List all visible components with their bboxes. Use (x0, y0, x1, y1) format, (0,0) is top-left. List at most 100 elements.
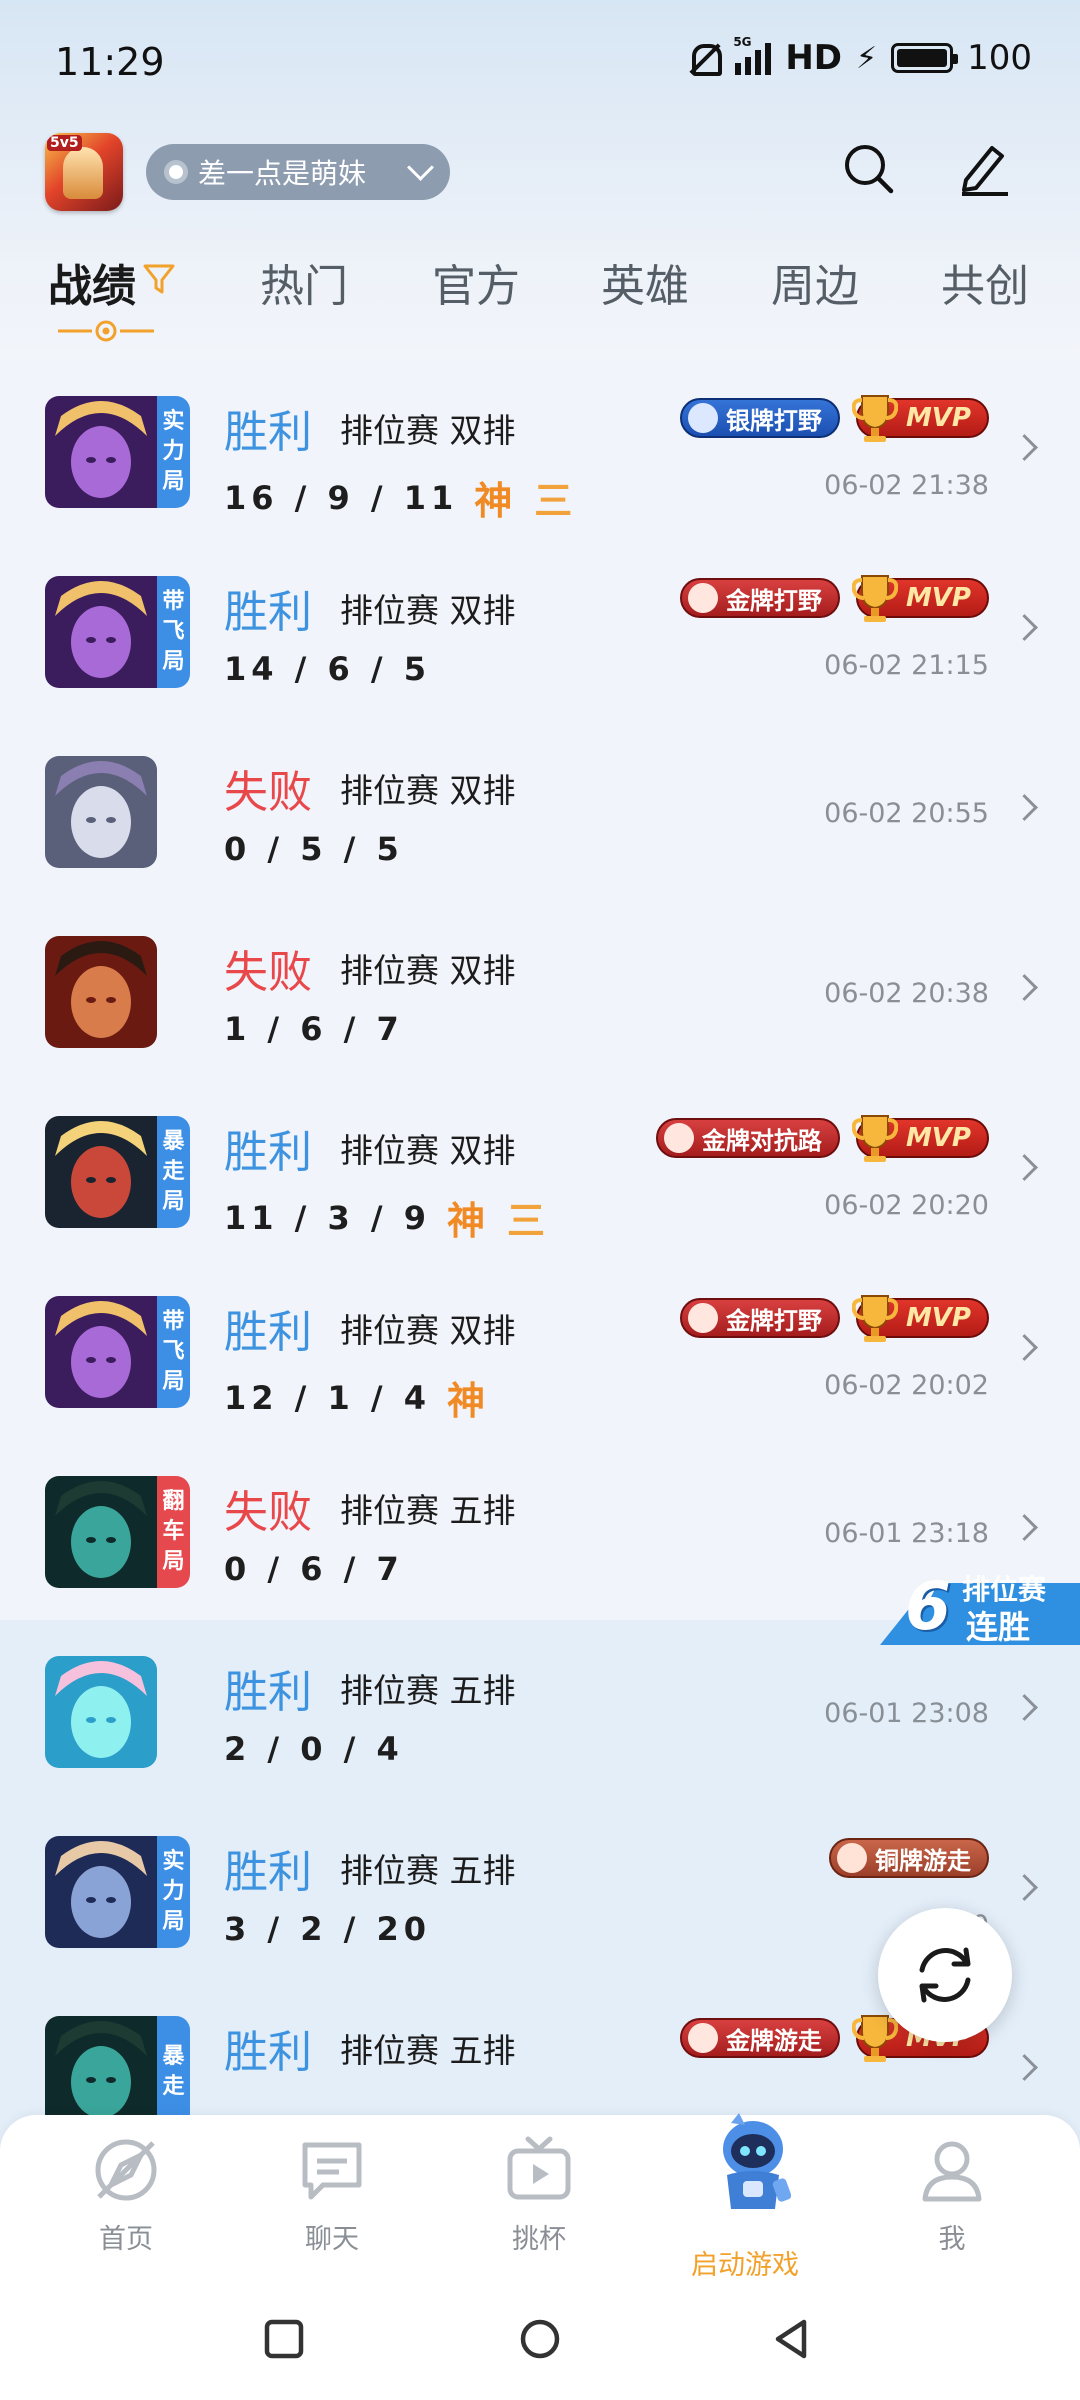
account-status-dot (164, 160, 188, 184)
match-mode: 排位赛 双排 (340, 951, 516, 990)
hero-portrait (45, 576, 157, 688)
match-tag-char: 力 (162, 1879, 185, 1904)
trophy-icon (851, 1115, 898, 1162)
badge-label: MVP (905, 583, 971, 613)
nav-cup[interactable]: 挑杯 (459, 2135, 619, 2275)
match-row[interactable]: 带飞局 胜利 排位赛 双排 14 / 6 / 5 06-02 21:15 金牌打野 MVP (0, 540, 1080, 720)
match-tag-char: 飞 (162, 1339, 185, 1364)
match-mode: 排位赛 五排 (340, 1671, 516, 1710)
match-mode: 排位赛 双排 (340, 591, 516, 630)
streak-count: 6 (905, 1568, 951, 1645)
tab-hot[interactable]: 热门 (260, 250, 348, 314)
triple-kill-mark: 三 (534, 479, 573, 523)
nav-launch-game[interactable]: 启动游戏 (665, 2113, 825, 2281)
hero-avatar: 暴走 (45, 2016, 190, 2128)
tab-merch[interactable]: 周边 (771, 250, 859, 314)
kda-value: 12 / 1 / 4 (224, 1378, 431, 1417)
match-tag-char: 暴 (162, 1129, 185, 1154)
hero-portrait (45, 1296, 157, 1408)
match-kda: 16 / 9 / 11 神三 (224, 470, 572, 525)
position-icon (687, 2023, 718, 2053)
filter-icon[interactable] (142, 262, 176, 296)
match-result: 胜利 (224, 407, 312, 458)
hero-avatar (45, 1656, 157, 1768)
position-icon (663, 1123, 694, 1153)
refresh-button[interactable] (878, 1908, 1012, 2042)
bottom-navigation: 首页 聊天 挑杯 启动游戏 我 (0, 2113, 1080, 2285)
match-badges: 银牌打野 MVP (679, 395, 989, 442)
chevron-right-icon (1011, 614, 1038, 641)
kda-value: 14 / 6 / 5 (224, 650, 431, 688)
match-tag-char: 局 (162, 469, 185, 494)
match-tag-char: 走 (162, 2074, 185, 2099)
match-row[interactable]: 带飞局 胜利 排位赛 双排 12 / 1 / 4 神 06-02 20:02 金牌打野 MVP (0, 1260, 1080, 1440)
nav-chat-label: 聊天 (305, 2224, 359, 2255)
nav-chat[interactable]: 聊天 (252, 2135, 412, 2275)
tab-record[interactable]: 战绩 (48, 250, 136, 314)
match-kda: 14 / 6 / 5 (224, 650, 431, 688)
system-navigation-bar (0, 2285, 1080, 2400)
badge-label: 金牌打野 (725, 1306, 822, 1335)
match-tag-char: 实 (162, 409, 185, 434)
home-button-icon[interactable] (518, 2317, 562, 2361)
match-row[interactable]: 胜利 排位赛 五排 2 / 0 / 4 06-01 23:08 (0, 1620, 1080, 1800)
chevron-down-icon (407, 154, 434, 181)
hd-label: HD (785, 38, 843, 78)
search-icon[interactable] (842, 142, 894, 194)
medal-badge: 金牌打野 (679, 1298, 840, 1338)
kda-value: 2 / 0 / 4 (224, 1730, 404, 1768)
match-tag-char: 局 (162, 1369, 185, 1394)
match-mode: 排位赛 双排 (340, 411, 516, 450)
chevron-right-icon (1011, 794, 1038, 821)
match-tag: 实力局 (157, 1836, 190, 1948)
hero-portrait (45, 1836, 157, 1948)
match-result: 失败 (224, 947, 312, 998)
recent-apps-icon[interactable] (262, 2317, 306, 2361)
match-kda: 11 / 3 / 9 神三 (224, 1190, 545, 1245)
hero-portrait (45, 396, 157, 508)
match-kda: 3 / 2 / 20 (224, 1910, 431, 1948)
kda-value: 1 / 6 / 7 (224, 1010, 404, 1048)
back-icon[interactable] (770, 2317, 814, 2361)
match-tag-char: 暴 (162, 2044, 185, 2069)
match-kda: 1 / 6 / 7 (224, 1010, 404, 1048)
match-tag-char: 力 (162, 439, 185, 464)
account-selector[interactable]: 差一点是萌妹 (146, 144, 450, 200)
match-row[interactable]: 实力局 胜利 排位赛 双排 16 / 9 / 11 神三 06-02 21:38 银牌打野 M… (0, 360, 1080, 540)
match-mode: 排位赛 五排 (340, 1851, 516, 1890)
match-result: 胜利 (224, 2027, 312, 2078)
launch-game-icon (723, 2113, 791, 2209)
nav-home-label: 首页 (99, 2224, 153, 2255)
tab-co-create[interactable]: 共创 (941, 250, 1029, 314)
triple-kill-mark: 三 (507, 1199, 546, 1243)
match-mode: 排位赛 双排 (340, 771, 516, 810)
match-row[interactable]: 失败 排位赛 双排 0 / 5 / 5 06-02 20:55 (0, 720, 1080, 900)
edit-icon[interactable] (956, 140, 1012, 196)
match-history-list: 实力局胜利 排位赛 双排 16 / 9 / 11 神三 06-02 21:38 银牌打野 M… (0, 360, 1080, 2160)
match-tag-char: 车 (162, 1519, 185, 1544)
kda-value: 11 / 3 / 9 (224, 1198, 431, 1237)
nav-profile[interactable]: 我 (872, 2135, 1032, 2275)
match-kda: 12 / 1 / 4 神 (224, 1370, 485, 1425)
mvp-badge: MVP (851, 1295, 989, 1342)
streak-label-bottom: 连胜 (966, 1608, 1031, 1646)
tab-heroes[interactable]: 英雄 (601, 250, 689, 314)
trophy-icon (851, 395, 898, 442)
match-row[interactable]: 暴走局 胜利 排位赛 双排 11 / 3 / 9 神三 06-02 20:20 金牌对抗路 M… (0, 1080, 1080, 1260)
account-name: 差一点是萌妹 (198, 157, 367, 190)
match-timestamp: 06-02 21:15 (824, 650, 989, 681)
nav-home[interactable]: 首页 (46, 2135, 206, 2275)
mute-bell-icon (687, 40, 723, 76)
signal-icon: 5G (733, 35, 772, 75)
match-tag-char: 局 (162, 649, 185, 674)
chat-icon (302, 2142, 362, 2200)
nav-cup-label: 挑杯 (512, 2224, 566, 2255)
active-tab-indicator (58, 320, 154, 342)
match-row[interactable]: 失败 排位赛 双排 1 / 6 / 7 06-02 20:38 (0, 900, 1080, 1080)
godlike-mark: 神 (447, 1199, 486, 1243)
mvp-badge: MVP (851, 395, 989, 442)
trophy-icon (851, 575, 898, 622)
hero-avatar: 带飞局 (45, 1296, 190, 1408)
game-switch-icon[interactable]: 5v5 (45, 133, 123, 211)
tab-official[interactable]: 官方 (432, 250, 520, 314)
